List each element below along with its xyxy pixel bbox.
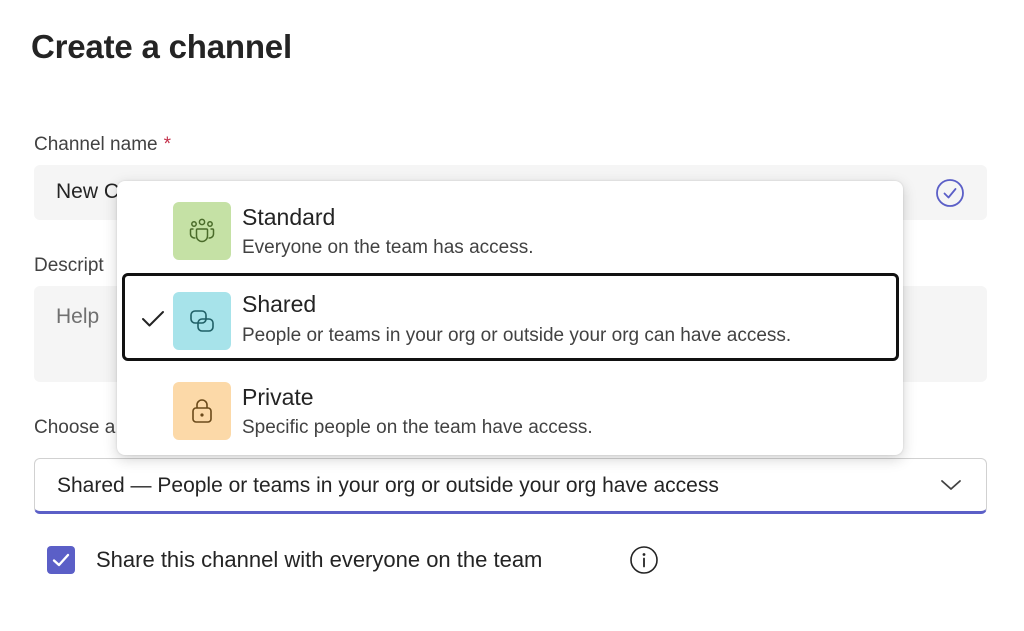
option-shared-title: Shared (242, 291, 317, 317)
shared-link-icon (190, 310, 214, 332)
option-private-description: Specific people on the team have access. (242, 417, 593, 438)
lock-icon (192, 399, 212, 423)
privacy-dropdown-menu: Standard Everyone on the team has access… (117, 181, 903, 455)
option-private-title: Private (242, 384, 314, 410)
checkmark-icon (52, 553, 70, 567)
option-shared-description: People or teams in your org or outside y… (242, 325, 792, 346)
privacy-selected-value: Shared — People or teams in your org or … (57, 474, 719, 497)
channel-name-label-text: Channel name (34, 134, 158, 155)
check-circle-icon (936, 179, 964, 207)
selected-check-icon (142, 311, 164, 327)
people-icon (189, 218, 215, 243)
shared-icon-tile (173, 292, 231, 350)
privacy-label: Choose a (34, 417, 116, 438)
private-icon-tile (173, 382, 231, 440)
required-asterisk: * (163, 134, 171, 155)
info-icon[interactable] (629, 545, 659, 575)
description-label: Descript (34, 255, 104, 276)
option-standard-description: Everyone on the team has access. (242, 237, 534, 258)
option-standard-title: Standard (242, 204, 336, 230)
description-placeholder: Help (56, 305, 100, 328)
option-standard[interactable]: Standard Everyone on the team has access… (117, 181, 903, 268)
privacy-select[interactable]: Shared — People or teams in your org or … (34, 458, 987, 514)
option-private[interactable]: Private Specific people on the team have… (117, 361, 903, 448)
share-with-team-label: Share this channel with everyone on the … (96, 547, 543, 572)
chevron-down-icon (941, 480, 961, 490)
standard-icon-tile (173, 202, 231, 260)
channel-name-value: New C (56, 180, 120, 203)
share-with-team-checkbox[interactable] (47, 546, 75, 574)
dialog-title: Create a channel (31, 28, 292, 65)
channel-name-label: Channel name * (34, 134, 171, 156)
option-shared[interactable]: Shared People or teams in your org or ou… (122, 273, 899, 361)
